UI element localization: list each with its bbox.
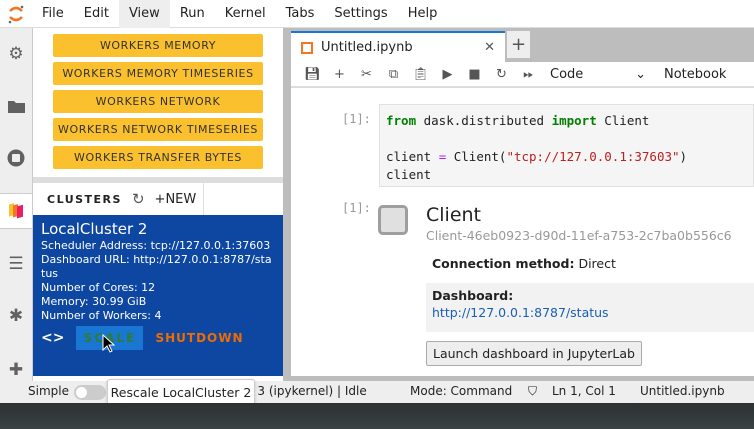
run-icon[interactable]: ▶ bbox=[434, 67, 461, 82]
refresh-icon[interactable]: ↻ bbox=[132, 190, 145, 208]
folder-icon[interactable] bbox=[0, 88, 32, 124]
dask-plot-button[interactable]: WORKERS NETWORK bbox=[53, 90, 263, 113]
cursor-position[interactable]: Ln 1, Col 1 bbox=[552, 384, 616, 398]
kernel-name[interactable]: Notebook bbox=[664, 67, 726, 82]
dask-plot-button[interactable]: WORKERS MEMORY TIMESERIES bbox=[53, 62, 263, 85]
cell-type-select[interactable]: Code ⌄ bbox=[550, 67, 646, 82]
stop-circle-icon[interactable] bbox=[0, 140, 32, 176]
new-cluster-button[interactable]: +NEW bbox=[155, 192, 197, 207]
code-token: import bbox=[551, 113, 597, 128]
code-token: client bbox=[386, 149, 439, 164]
memory: Memory: 30.99 GiB bbox=[41, 295, 147, 308]
code-token: ) bbox=[679, 149, 688, 164]
clusters-title: CLUSTERS bbox=[47, 192, 122, 206]
client-icon bbox=[378, 205, 408, 235]
cell-type-value: Code bbox=[550, 66, 584, 82]
notebook-icon bbox=[301, 41, 313, 54]
cluster-card[interactable]: LocalCluster 2 Scheduler Address: tcp://… bbox=[33, 215, 283, 376]
dask-icon[interactable] bbox=[0, 193, 32, 229]
save-icon[interactable]: 💾︎ bbox=[299, 67, 326, 82]
code-cell[interactable]: from dask.distributed import Client clie… bbox=[379, 104, 754, 187]
code-token: Client bbox=[596, 113, 650, 128]
menu-file[interactable]: File bbox=[32, 0, 74, 28]
scheduler-address: Scheduler Address: tcp://127.0.0.1:37603 bbox=[41, 239, 271, 252]
code-token: "tcp://127.0.0.1:37603" bbox=[506, 149, 680, 164]
menu-settings[interactable]: Settings bbox=[324, 0, 397, 28]
cluster-name: LocalCluster 2 bbox=[41, 220, 148, 238]
code-token: dask.distributed bbox=[416, 113, 552, 128]
simple-mode-label: Simple bbox=[28, 384, 69, 398]
dask-plot-button[interactable]: WORKERS TRANSFER BYTES bbox=[53, 146, 263, 169]
fast-forward-icon[interactable]: ⏩︎ bbox=[515, 67, 542, 82]
dashboard-row: Dashboard: http://127.0.0.1:8787/status bbox=[426, 283, 754, 332]
menu-kernel[interactable]: Kernel bbox=[215, 0, 276, 28]
dask-plot-list: WORKERS MEMORY WORKERS MEMORY TIMESERIES… bbox=[33, 28, 283, 177]
connection-label: Connection method: bbox=[432, 256, 575, 271]
launch-dashboard-button[interactable]: Launch dashboard in JupyterLab bbox=[426, 341, 642, 366]
client-id: Client-46eb0923-d90d-11ef-a753-2c7ba0b55… bbox=[426, 228, 732, 243]
cluster-actions: <> SCALE SHUTDOWN bbox=[41, 326, 275, 353]
cores: Number of Cores: 12 bbox=[41, 281, 156, 294]
chevron-down-icon: ⌄ bbox=[635, 66, 646, 82]
workers: Number of Workers: 4 bbox=[41, 309, 162, 322]
tooltip: Rescale LocalCluster 2 bbox=[107, 379, 255, 405]
code-token: client bbox=[386, 167, 432, 182]
output-prompt: [1]: bbox=[342, 201, 371, 215]
restart-icon[interactable]: ↻ bbox=[488, 67, 515, 82]
connection-method: Connection method: Direct bbox=[432, 256, 616, 271]
code-token: Client( bbox=[446, 149, 507, 164]
paste-icon[interactable]: 📋︎ bbox=[407, 67, 434, 82]
menu-bar: File Edit View Run Kernel Tabs Settings … bbox=[0, 0, 754, 28]
copy-icon[interactable]: ⧉ bbox=[380, 67, 407, 82]
code-icon[interactable]: <> bbox=[41, 330, 64, 346]
bug-icon[interactable]: ✱ bbox=[0, 298, 32, 334]
sidebar-scrollbar[interactable] bbox=[283, 28, 291, 381]
simple-mode-toggle[interactable] bbox=[74, 385, 106, 400]
menu-run[interactable]: Run bbox=[170, 0, 215, 28]
input-prompt: [1]: bbox=[342, 112, 371, 126]
jupyter-logo-icon bbox=[0, 0, 32, 28]
mode-status: Mode: Command bbox=[410, 384, 513, 398]
dask-plot-button[interactable]: WORKERS NETWORK TIMESERIES bbox=[53, 118, 263, 141]
close-icon[interactable]: ✕ bbox=[484, 40, 495, 55]
plus-icon: + bbox=[154, 191, 166, 207]
mouse-cursor-icon bbox=[102, 334, 116, 353]
add-cell-icon[interactable]: + bbox=[326, 67, 353, 82]
dashboard-url: Dashboard URL: http://127.0.0.1:8787/sta… bbox=[41, 253, 272, 280]
client-output: Client Client-46eb0923-d90d-11ef-a753-2c… bbox=[370, 200, 754, 375]
menu-view[interactable]: View bbox=[118, 0, 170, 28]
notebook-toolbar: 💾︎ + ✂ ⧉ 📋︎ ▶ ■ ↻ ⏩︎ Code ⌄ Notebook bbox=[291, 62, 754, 88]
menu-help[interactable]: Help bbox=[398, 0, 448, 28]
client-title: Client bbox=[426, 204, 482, 226]
dashboard-label: Dashboard: bbox=[432, 288, 514, 303]
gears-icon[interactable]: ⚙ bbox=[0, 36, 32, 72]
connection-value: Direct bbox=[574, 256, 616, 271]
list-icon[interactable]: ☰ bbox=[0, 246, 32, 282]
clusters-header: CLUSTERS ↻ +NEW bbox=[33, 183, 204, 215]
file-name-status: Untitled.ipynb bbox=[640, 384, 725, 398]
scale-button[interactable]: SCALE bbox=[76, 326, 144, 353]
dashboard-link[interactable]: http://127.0.0.1:8787/status bbox=[432, 305, 609, 320]
add-tab-button[interactable]: + bbox=[507, 31, 530, 58]
shutdown-button[interactable]: SHUTDOWN bbox=[155, 331, 243, 345]
menu-edit[interactable]: Edit bbox=[74, 0, 119, 28]
menu-tabs[interactable]: Tabs bbox=[276, 0, 325, 28]
desktop-background bbox=[0, 403, 754, 429]
shield-check-icon[interactable]: ⛉ bbox=[528, 384, 537, 399]
cut-icon[interactable]: ✂ bbox=[353, 67, 380, 82]
left-activity-bar: ⚙ ☰ ✱ ✚ bbox=[0, 28, 33, 381]
new-label: NEW bbox=[165, 191, 197, 207]
dask-plot-button[interactable]: WORKERS MEMORY bbox=[53, 34, 263, 57]
tab-title: Untitled.ipynb bbox=[321, 40, 413, 55]
tab-untitled-ipynb[interactable]: Untitled.ipynb ✕ bbox=[291, 31, 505, 62]
clusters-header-fill bbox=[204, 183, 283, 215]
code-token: from bbox=[386, 113, 417, 128]
stop-icon[interactable]: ■ bbox=[461, 67, 488, 82]
